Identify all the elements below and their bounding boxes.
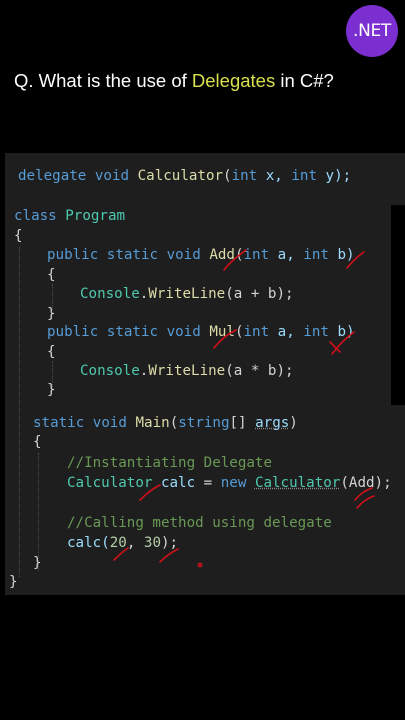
tok: void: [166, 324, 201, 340]
indent-guide: [19, 247, 20, 577]
code-line-11: }: [47, 380, 56, 400]
tok: }: [47, 382, 56, 398]
tok: Console: [80, 363, 140, 379]
tok: [129, 168, 138, 184]
tok: a,: [269, 324, 304, 340]
tok: []: [229, 415, 256, 431]
tok: Mul: [209, 324, 235, 340]
tok: ): [289, 415, 298, 431]
code-line-3: {: [14, 226, 23, 246]
tok: [98, 324, 107, 340]
tok: args: [255, 415, 290, 431]
code-line-2: class Program: [14, 206, 125, 226]
tok: static: [33, 415, 85, 431]
code-line-8: public static void Mul(int a, int b): [47, 322, 355, 342]
tok: WriteLine: [148, 363, 226, 379]
tok: Main: [135, 415, 170, 431]
code-line-15: Calculator calc = new Calculator(Add);: [67, 473, 392, 493]
tok: int: [243, 324, 270, 340]
tok: }: [47, 306, 56, 322]
tok: void: [166, 247, 201, 263]
tok: delegate: [18, 168, 87, 184]
code-line-7: }: [47, 304, 56, 324]
tok: }: [9, 574, 18, 590]
tok: b): [328, 247, 355, 263]
tok: }: [33, 555, 42, 571]
tok: [246, 475, 255, 491]
tok: (a + b);: [225, 286, 294, 302]
tok: static: [106, 324, 159, 340]
tok: Program: [65, 208, 126, 224]
tok: void: [94, 168, 130, 184]
tok: y);: [317, 168, 352, 184]
tok: {: [14, 228, 23, 244]
code-line-10: Console.WriteLine(a * b);: [80, 361, 294, 381]
tok: );: [161, 535, 179, 551]
tok: b): [328, 324, 355, 340]
tok: public: [47, 324, 99, 340]
tok: {: [33, 434, 42, 450]
tok: new: [220, 475, 247, 491]
tok: [158, 324, 167, 340]
code-line-6: Console.WriteLine(a + b);: [80, 284, 294, 304]
tok: Calculator: [67, 475, 153, 491]
tok: x,: [257, 168, 292, 184]
tok: Calculator: [254, 475, 341, 491]
tok: int: [303, 247, 329, 263]
tok: //Calling method using delegate: [67, 515, 332, 531]
tok: (Add);: [340, 475, 392, 491]
code-line-9: {: [47, 342, 56, 362]
code-line-4: public static void Add(int a, int b): [47, 245, 355, 265]
tok: int: [291, 168, 317, 184]
tok: void: [92, 415, 127, 431]
tok: [57, 208, 66, 224]
tok: [86, 168, 95, 184]
tok: Add: [209, 247, 235, 263]
tok: int: [231, 168, 258, 184]
tok: int: [303, 324, 329, 340]
tok: =: [195, 475, 221, 491]
code-line-18: }: [33, 553, 42, 573]
tok: {: [47, 267, 56, 283]
code-line-19: }: [9, 572, 18, 592]
tok: class: [14, 208, 57, 224]
code-line-1: delegate void Calculator(int x, int y);: [18, 166, 351, 186]
tok: int: [243, 247, 270, 263]
tok: a,: [269, 247, 304, 263]
tok: [98, 247, 107, 263]
tok: string: [178, 415, 230, 431]
tok: calc: [160, 475, 196, 491]
code-line-14: //Instantiating Delegate: [67, 453, 272, 473]
tok: 20: [109, 535, 127, 551]
code-line-13: {: [33, 432, 42, 452]
tok: (a * b);: [225, 363, 294, 379]
tok: (: [169, 415, 179, 431]
tok: {: [47, 344, 56, 360]
tok: Console: [80, 286, 140, 302]
tok: Calculator: [137, 168, 224, 184]
tok: WriteLine: [148, 286, 226, 302]
code-editor: delegate void Calculator(int x, int y); …: [0, 0, 405, 720]
code-line-5: {: [47, 265, 56, 285]
tok: public: [47, 247, 99, 263]
tok: calc(: [67, 535, 110, 551]
tok: (: [223, 168, 232, 184]
code-line-17: calc(20, 30);: [67, 533, 178, 553]
code-line-16: //Calling method using delegate: [67, 513, 332, 533]
tok: [127, 415, 136, 431]
tok: [158, 247, 167, 263]
tok: [152, 475, 161, 491]
tok: ,: [126, 535, 144, 551]
tok: //Instantiating Delegate: [67, 455, 272, 471]
code-line-12: static void Main(string[] args): [33, 413, 298, 433]
tok: 30: [143, 535, 161, 551]
tok: [84, 415, 93, 431]
tok: static: [106, 247, 159, 263]
